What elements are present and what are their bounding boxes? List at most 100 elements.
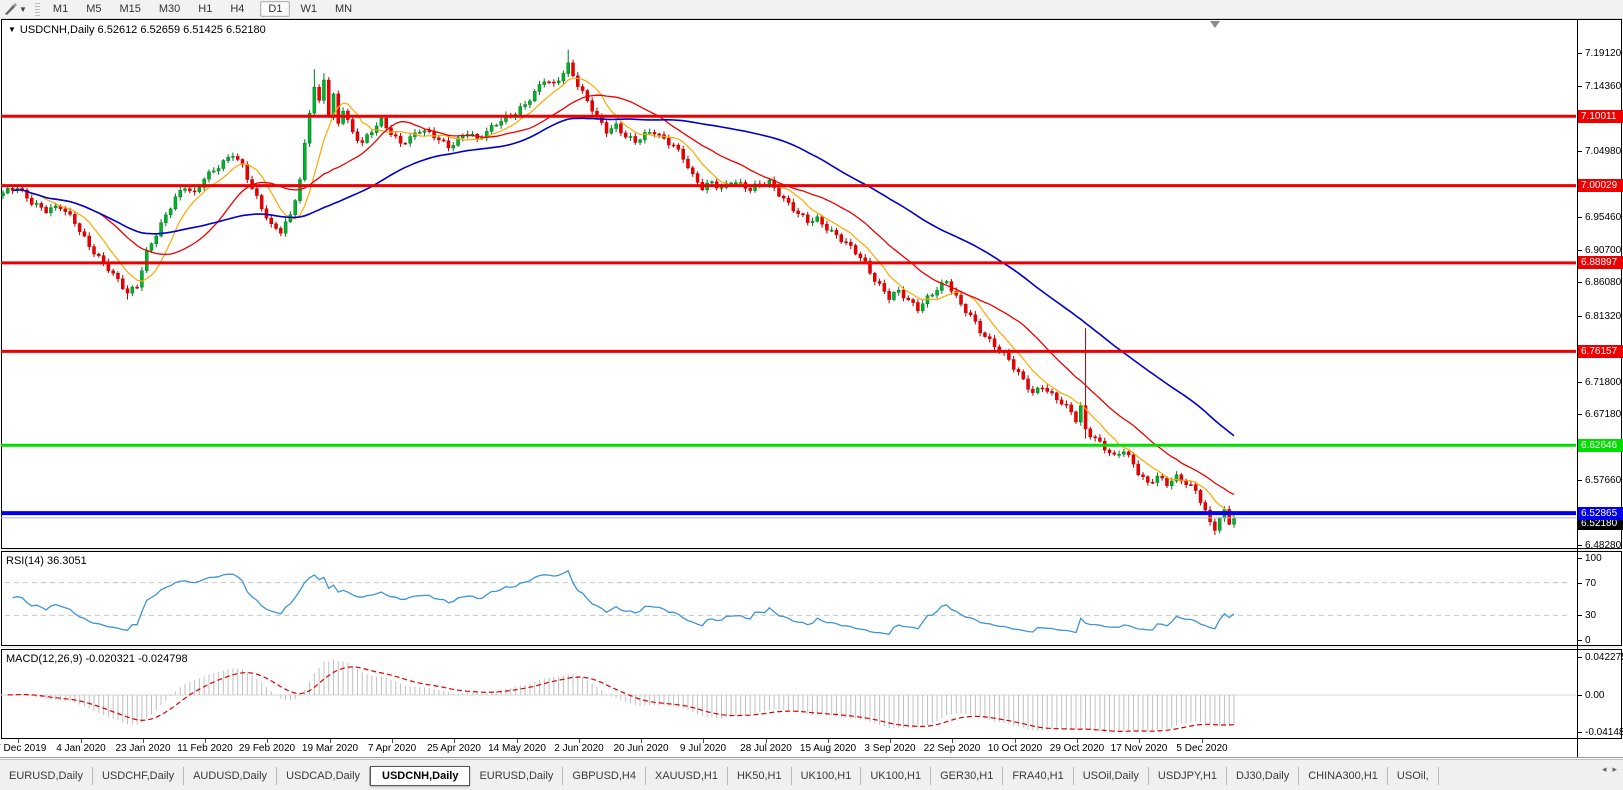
macd-tick-mark: [1577, 695, 1582, 696]
price-tick-label: 6.48280: [1585, 540, 1622, 551]
date-tick-label: 23 Jan 2020: [115, 743, 171, 754]
date-tick-label: 29 Oct 2020: [1049, 743, 1105, 754]
price-tick-mark: [1577, 480, 1582, 481]
macd-tick-mark: [1577, 732, 1582, 733]
date-tick-label: 10 Oct 2020: [987, 743, 1043, 754]
chart-shift-marker: [1210, 21, 1220, 28]
chart-tab-usoil-[interactable]: USOil,: [1388, 766, 1439, 785]
chart-tab-audusd-daily[interactable]: AUDUSD,Daily: [184, 766, 278, 785]
macd-chart[interactable]: [1, 650, 1576, 737]
rsi-tick-mark: [1577, 615, 1582, 616]
chart-tab-fra40-h1[interactable]: FRA40,H1: [1003, 766, 1074, 785]
price-tick-label: 6.57660: [1585, 475, 1622, 486]
chart-tab-dj30-daily[interactable]: DJ30,Daily: [1227, 766, 1300, 785]
chart-tab-eurusd-daily[interactable]: EURUSD,Daily: [0, 766, 93, 785]
date-tick-label: 11 Feb 2020: [177, 743, 233, 754]
chart-tab-usdjpy-h1[interactable]: USDJPY,H1: [1149, 766, 1228, 785]
price-tick-mark: [1577, 217, 1582, 218]
timeframe-button-h1[interactable]: H1: [190, 1, 220, 17]
date-tick-label: 2 Jun 2020: [554, 743, 604, 754]
price-tick-label: 6.67180: [1585, 409, 1622, 420]
date-axis[interactable]: 17 Dec 2019 4 Jan 2020 23 Jan 2020 11 Feb 2…: [0, 739, 1577, 757]
timeframe-button-w1[interactable]: W1: [292, 1, 325, 17]
chart-tab-usdcnh-daily[interactable]: USDCNH,Daily: [370, 765, 471, 786]
price-line-tag: 6.52865: [1578, 507, 1623, 520]
macd-indicator-label: MACD(12,26,9) -0.020321 -0.024798: [6, 653, 188, 665]
date-tick-label: 14 May 2020: [488, 743, 546, 754]
cursor-tool-dropdown[interactable]: ▼: [19, 5, 27, 14]
mt4-terminal: ▼ M1 M5 M15 M30 H1 H4 D1 W1 MN ▼ USDCNH,Daily 6.5…: [0, 0, 1623, 790]
price-tick-label: 6.95460: [1585, 212, 1622, 223]
date-tick-label: 4 Jan 2020: [56, 743, 106, 754]
rsi-tick-mark: [1577, 558, 1582, 559]
tab-scroll-right-icon[interactable]: ▸: [1612, 764, 1617, 775]
chart-tab-xauusd-h1[interactable]: XAUUSD,H1: [646, 766, 728, 785]
price-line-tag: 6.76157: [1578, 345, 1623, 358]
price-tick-mark: [1577, 53, 1582, 54]
price-tick-mark: [1577, 282, 1582, 283]
price-tick-label: 6.71800: [1585, 377, 1622, 388]
timeframe-button-m15[interactable]: M15: [111, 1, 148, 17]
symbol-dropdown-icon[interactable]: ▼: [8, 25, 16, 34]
rsi-tick-label: 70: [1585, 578, 1597, 589]
rsi-chart[interactable]: [1, 552, 1576, 644]
price-tick-mark: [1577, 86, 1582, 87]
date-tick-label: 22 Sep 2020: [923, 743, 981, 754]
price-tick-label: 7.04980: [1585, 146, 1622, 157]
chart-tab-usoil-daily[interactable]: USOil,Daily: [1074, 766, 1149, 785]
cursor-tool-icon[interactable]: [2, 2, 18, 16]
date-tick-label: 20 Jun 2020: [613, 743, 669, 754]
macd-tick-label: -0.04148: [1585, 727, 1623, 738]
date-tick-label: 9 Jul 2020: [679, 743, 727, 754]
chart-tab-ger30-h1[interactable]: GER30,H1: [931, 766, 1004, 785]
timeframe-button-m30[interactable]: M30: [151, 1, 188, 17]
macd-tick-label: 0.042275: [1585, 652, 1623, 663]
price-line-tag: 7.00029: [1578, 179, 1623, 192]
chart-tab-uk100-h1[interactable]: UK100,H1: [792, 766, 862, 785]
price-tick-mark: [1577, 151, 1582, 152]
chart-tab-uk100-h1[interactable]: UK100,H1: [861, 766, 932, 785]
date-tick-label: 25 Apr 2020: [427, 743, 481, 754]
rsi-tick-mark: [1577, 583, 1582, 584]
timeframe-toolbar: ▼ M1 M5 M15 M30 H1 H4 D1 W1 MN: [0, 0, 1623, 19]
rsi-tick-mark: [1577, 640, 1582, 641]
price-tick-label: 7.14360: [1585, 81, 1622, 92]
candlestick-chart[interactable]: [1, 21, 1576, 547]
price-line-tag: 6.88897: [1578, 256, 1623, 269]
panel-resize-handle[interactable]: [1, 549, 1622, 551]
chart-title-text: USDCNH,Daily 6.52612 6.52659 6.51425 6.5…: [19, 24, 266, 36]
timeframe-button-mn[interactable]: MN: [327, 1, 360, 17]
date-tick-label: 19 Mar 2020: [301, 743, 359, 754]
price-tick-mark: [1577, 316, 1582, 317]
timeframe-button-m5[interactable]: M5: [78, 1, 109, 17]
rsi-tick-label: 100: [1585, 553, 1602, 564]
window-frame-bottom: [0, 757, 1623, 758]
rsi-tick-label: 0: [1585, 635, 1591, 646]
date-tick-label: 7 Apr 2020: [367, 743, 417, 754]
chart-tab-gbpusd-h4[interactable]: GBPUSD,H4: [563, 766, 646, 785]
chart-tab-usdchf-daily[interactable]: USDCHF,Daily: [93, 766, 185, 785]
chart-title[interactable]: ▼ USDCNH,Daily 6.52612 6.52659 6.51425 6.…: [8, 24, 266, 36]
price-line-tag: 6.62646: [1578, 439, 1623, 452]
price-tick-label: 6.81320: [1585, 311, 1622, 322]
price-tick-label: 7.19120: [1585, 48, 1622, 59]
price-tick-mark: [1577, 414, 1582, 415]
chart-tab-usdcad-daily[interactable]: USDCAD,Daily: [277, 766, 371, 785]
rsi-tick-label: 30: [1585, 610, 1597, 621]
date-tick-label: 5 Dec 2020: [1176, 743, 1228, 754]
panel-resize-handle[interactable]: [1, 646, 1622, 648]
timeframe-button-m1[interactable]: M1: [45, 1, 76, 17]
timeframe-buttons: M1 M5 M15 M30 H1 H4 D1 W1 MN: [44, 1, 361, 17]
date-tick-label: 15 Aug 2020: [799, 743, 857, 754]
price-line-tag: 7.10011: [1578, 110, 1623, 123]
timeframe-button-h4[interactable]: H4: [222, 1, 252, 17]
toolbar-grip[interactable]: [34, 2, 40, 16]
chart-tab-china300-h1[interactable]: CHINA300,H1: [1299, 766, 1388, 785]
macd-tick-mark: [1577, 657, 1582, 658]
chart-tab-bar: EURUSD,Daily USDCHF,Daily AUDUSD,Daily USDC…: [0, 759, 1623, 790]
price-tick-mark: [1577, 545, 1582, 546]
chart-tab-eurusd-daily[interactable]: EURUSD,Daily: [470, 766, 564, 785]
tab-scroll-left-icon[interactable]: ◂: [1602, 764, 1607, 775]
timeframe-button-d1[interactable]: D1: [260, 1, 291, 17]
chart-tab-hk50-h1[interactable]: HK50,H1: [728, 766, 792, 785]
